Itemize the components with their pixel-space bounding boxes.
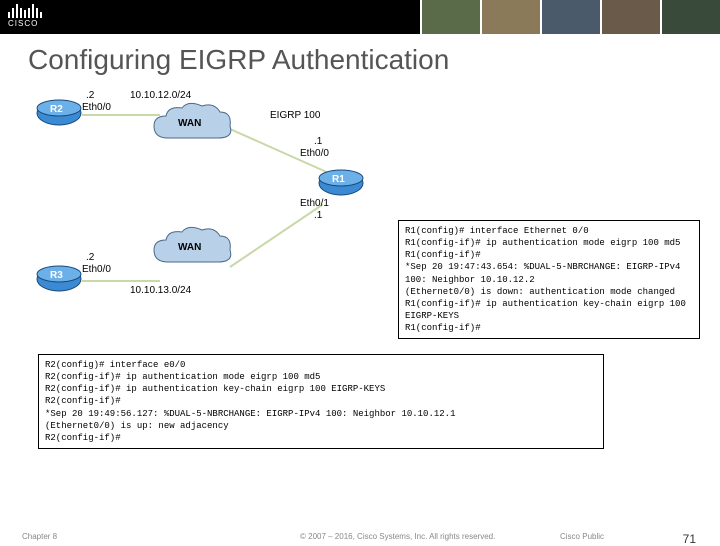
label-r1-top-ip: .1 <box>314 136 322 147</box>
term-line: *Sep 20 19:47:43.654: %DUAL-5-NBRCHANGE:… <box>405 261 693 285</box>
term-line: R2(config-if)# ip authentication mode ei… <box>45 371 597 383</box>
term-line: R2(config-if)# <box>45 432 597 444</box>
label-eigrp: EIGRP 100 <box>270 110 320 121</box>
term-line: R2(config-if)# <box>45 395 597 407</box>
term-line: R1(config)# interface Ethernet 0/0 <box>405 225 693 237</box>
label-net-top: 10.10.12.0/24 <box>130 90 191 101</box>
label-r1-bot-if: Eth0/1 <box>300 198 329 209</box>
router-r2: R2 <box>36 98 82 128</box>
banner-photos <box>420 0 720 34</box>
cloud-wan-bottom: WAN <box>148 224 236 274</box>
label-net-bot: 10.10.13.0/24 <box>130 285 191 296</box>
footer-page: 71 <box>683 532 696 546</box>
link-r3-wan2 <box>82 280 160 282</box>
top-banner: CISCO <box>0 0 720 34</box>
label-r1-bot-ip: .1 <box>314 210 322 221</box>
slide-title: Configuring EIGRP Authentication <box>28 44 449 76</box>
cisco-text: CISCO <box>8 19 42 28</box>
link-wan2-r1 <box>229 204 323 268</box>
term-line: R2(config-if)# ip authentication key-cha… <box>45 383 597 395</box>
terminal-r1: R1(config)# interface Ethernet 0/0 R1(co… <box>398 220 700 339</box>
term-line: (Ethernet0/0) is down: authentication mo… <box>405 286 693 298</box>
network-diagram: R2 R3 R1 WAN WAN EIGRP 100 10.10.12.0/24… <box>20 90 700 460</box>
term-line: *Sep 20 19:49:56.127: %DUAL-5-NBRCHANGE:… <box>45 408 597 420</box>
label-r3-if: Eth0/0 <box>82 264 111 275</box>
label-r2-ip: .2 <box>86 90 94 101</box>
term-line: (Ethernet0/0) is up: new adjacency <box>45 420 597 432</box>
label-r2-if: Eth0/0 <box>82 102 111 113</box>
terminal-r2: R2(config)# interface e0/0 R2(config-if)… <box>38 354 604 449</box>
cisco-logo: CISCO <box>8 4 42 28</box>
term-line: R1(config-if)# ip authentication mode ei… <box>405 237 693 249</box>
label-r1-top-if: Eth0/0 <box>300 148 329 159</box>
cisco-bars-icon <box>8 4 42 18</box>
router-r1: R1 <box>318 168 364 198</box>
router-r3: R3 <box>36 264 82 294</box>
label-r3-ip: .2 <box>86 252 94 263</box>
term-line: R1(config-if)# <box>405 249 693 261</box>
term-line: R1(config-if)# <box>405 322 693 334</box>
cloud-wan-top: WAN <box>148 100 236 150</box>
term-line: R1(config-if)# ip authentication key-cha… <box>405 298 693 322</box>
term-line: R2(config)# interface e0/0 <box>45 359 597 371</box>
